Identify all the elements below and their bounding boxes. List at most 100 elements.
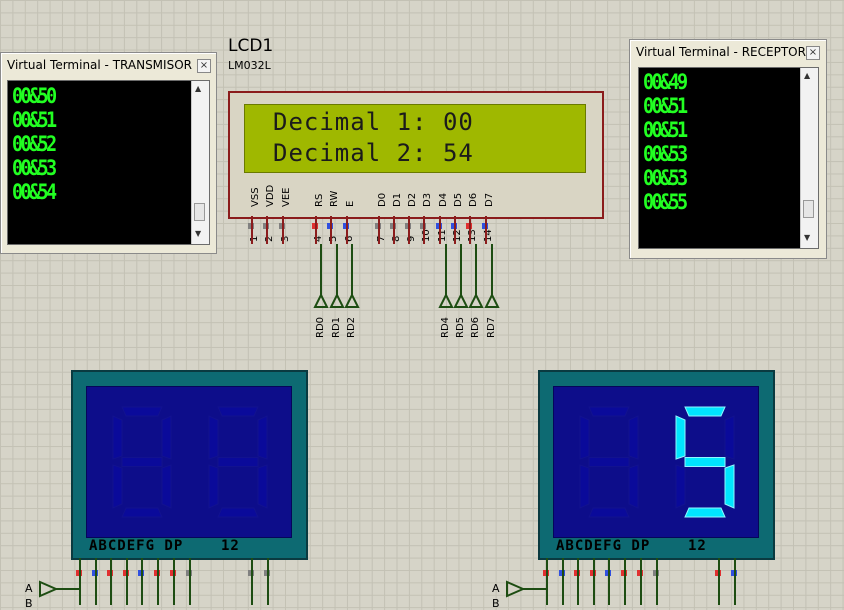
lcd-name: LCD1: [228, 36, 274, 56]
segment-a: [121, 406, 163, 417]
port-terminal-icon: [329, 292, 345, 308]
seven-seg-right-footer: ABCDEFG DP 12: [556, 538, 707, 554]
terminal-scrollbar[interactable]: ▲ ▼: [191, 81, 209, 244]
seven-seg-left-panel: [86, 386, 292, 538]
scroll-up-icon[interactable]: ▲: [804, 71, 810, 80]
lcd-screen: Decimal 1: 00 Decimal 2: 54: [244, 104, 586, 173]
terminal-transmisor-title: Virtual Terminal - TRANSMISOR: [7, 58, 192, 72]
seg-pin-lead: [593, 558, 595, 605]
segment-g: [121, 457, 163, 467]
terminal-receptor-title: Virtual Terminal - RECEPTOR: [636, 45, 806, 59]
terminal-line: 00&51: [643, 118, 688, 142]
lcd-pin-lead: [454, 216, 456, 244]
lcd-pin-lead: [485, 216, 487, 244]
input-buffer-icon: [39, 580, 59, 598]
port-terminal-icon: [344, 292, 360, 308]
terminal-transmisor-window[interactable]: Virtual Terminal - TRANSMISOR × 00&50 00…: [0, 52, 217, 254]
lcd-pin-lead: [346, 216, 348, 244]
seg-pin-lead: [157, 558, 159, 605]
port-label: RD5: [455, 316, 466, 338]
lcd-pin-lead: [251, 216, 253, 244]
lcd-pin-label: D5: [453, 192, 464, 207]
terminal-line: 00&54: [12, 180, 57, 204]
seg-pin-lead: [251, 558, 253, 605]
segment-d: [217, 507, 259, 518]
lcd-pin-lead: [378, 216, 380, 244]
port-label: RD7: [486, 316, 497, 338]
seven-seg-left[interactable]: ABCDEFG DP 12: [71, 370, 308, 560]
segment-g: [684, 457, 726, 467]
scroll-down-icon[interactable]: ▼: [804, 233, 810, 242]
seg-pin-lead: [95, 558, 97, 605]
port-terminal-icon: [468, 292, 484, 308]
scroll-thumb[interactable]: [803, 200, 814, 218]
lcd-pin-label: D1: [392, 192, 403, 207]
port-label: RD2: [346, 316, 357, 338]
seg-pin-lead: [624, 558, 626, 605]
terminal-line: 00&53: [643, 166, 688, 190]
segment-e: [112, 464, 123, 509]
segment-c: [724, 464, 735, 509]
input-label-b: B: [25, 597, 33, 610]
segment-g: [588, 457, 630, 467]
lcd-pin-label: D7: [484, 192, 495, 207]
port-label: RD4: [440, 316, 451, 338]
terminal-scrollbar[interactable]: ▲ ▼: [800, 68, 818, 248]
segment-d: [684, 507, 726, 518]
segment-e: [579, 464, 590, 509]
segment-a: [588, 406, 630, 417]
segment-b: [161, 415, 172, 460]
seg-pin-lead: [79, 558, 81, 605]
input-label-a: A: [25, 582, 33, 595]
terminal-receptor-window[interactable]: Virtual Terminal - RECEPTOR × 00&49 00&5…: [629, 39, 827, 259]
close-icon[interactable]: ×: [806, 46, 820, 60]
seg-pin-lead: [126, 558, 128, 605]
terminal-line: 00&52: [12, 132, 57, 156]
lcd-line-1: Decimal 1: 00: [273, 108, 474, 136]
lcd-pin-lead: [315, 216, 317, 244]
lcd-pin-label: RS: [314, 193, 325, 207]
seg-pin-lead: [173, 558, 175, 605]
port-label: RD6: [470, 316, 481, 338]
seg-pin-lead: [718, 558, 720, 605]
input-label-a: A: [492, 582, 500, 595]
lcd-pin-label: VSS: [250, 187, 261, 207]
close-icon[interactable]: ×: [197, 59, 211, 73]
scroll-thumb[interactable]: [194, 203, 205, 221]
terminal-receptor-screen[interactable]: 00&49 00&51 00&51 00&53 00&53 00&55 ▲ ▼: [638, 67, 819, 249]
seven-seg-right-digits: [579, 406, 735, 518]
terminal-line: 00&50: [12, 84, 57, 108]
input-label-b: B: [492, 597, 500, 610]
lcd-line-2: Decimal 2: 54: [273, 139, 474, 167]
seg-pin-lead: [546, 558, 548, 605]
scroll-up-icon[interactable]: ▲: [195, 84, 201, 93]
terminal-line: 00&53: [643, 142, 688, 166]
seg-pin-lead: [562, 558, 564, 605]
seven-seg-right[interactable]: ABCDEFG DP 12: [538, 370, 775, 560]
segment-a: [217, 406, 259, 417]
seg-pin-lead: [608, 558, 610, 605]
port-label: RD0: [315, 316, 326, 338]
terminal-line: 00&53: [12, 156, 57, 180]
port-label: RD1: [331, 316, 342, 338]
segment-d: [588, 507, 630, 518]
lcd-pin-label: RW: [329, 190, 340, 207]
seg-pin-lead: [110, 558, 112, 605]
seg-pin-lead: [656, 558, 658, 605]
segment-e: [208, 464, 219, 509]
lcd-pin-label: D3: [422, 192, 433, 207]
seg-pin-lead: [640, 558, 642, 605]
seven-seg-left-footer: ABCDEFG DP 12: [89, 538, 240, 554]
seg-pin-lead: [189, 558, 191, 605]
terminal-transmisor-screen[interactable]: 00&50 00&51 00&52 00&53 00&54 ▲ ▼: [7, 80, 210, 245]
seven-seg-left-digits: [112, 406, 268, 518]
scroll-down-icon[interactable]: ▼: [195, 229, 201, 238]
lcd-pin-label: D0: [377, 192, 388, 207]
lcd-pin-lead: [330, 216, 332, 244]
lcd-pin-label: E: [345, 200, 356, 207]
lcd-pin-label: D2: [407, 192, 418, 207]
port-terminal-icon: [438, 292, 454, 308]
lcd-pin-lead: [439, 216, 441, 244]
seg-pin-lead: [577, 558, 579, 605]
segment-b: [257, 415, 268, 460]
